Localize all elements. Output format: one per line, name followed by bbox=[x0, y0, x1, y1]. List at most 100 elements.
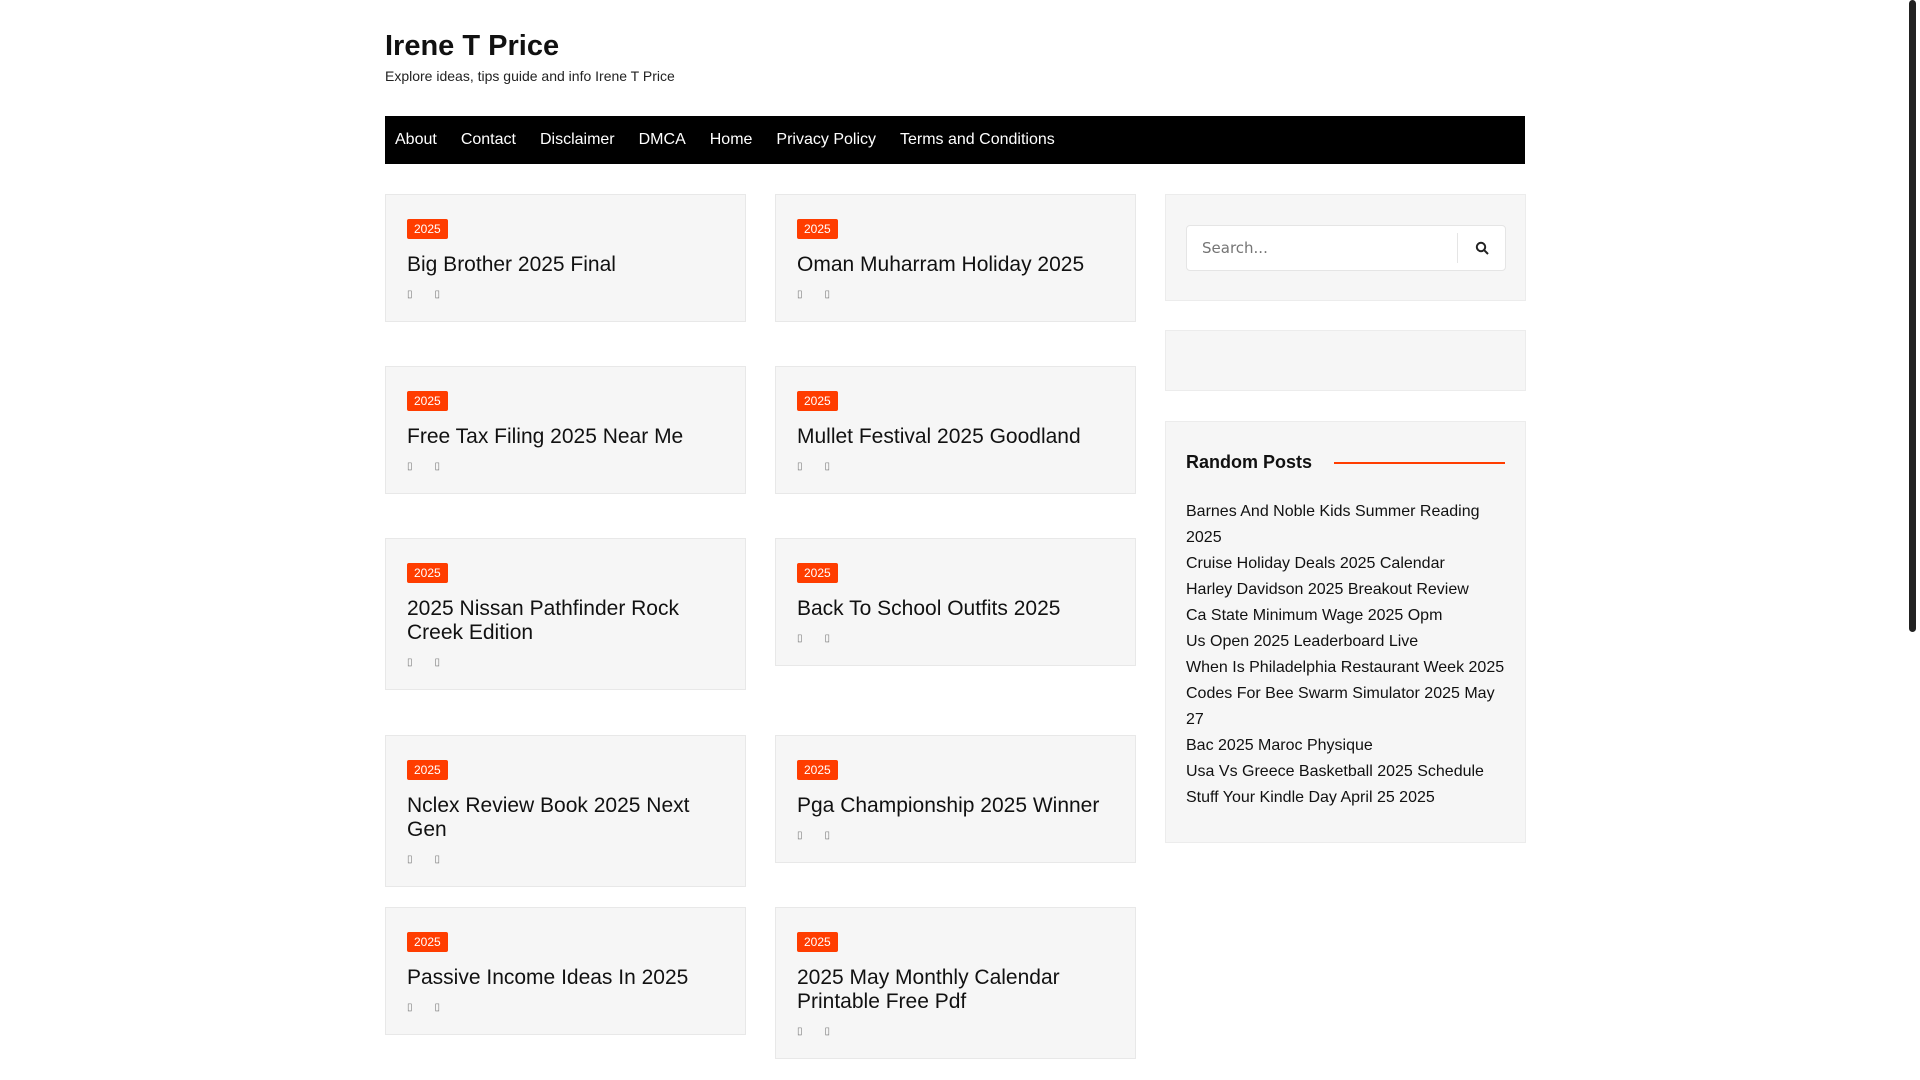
random-post-link[interactable]: Ca State Minimum Wage 2025 Opm bbox=[1186, 603, 1505, 629]
random-post-link[interactable]: When Is Philadelphia Restaurant Week 202… bbox=[1186, 655, 1505, 681]
post-title[interactable]: Mullet Festival 2025 Goodland bbox=[797, 425, 1114, 449]
post-meta: ▯ ▯ bbox=[407, 852, 724, 866]
date-icon: ▯ bbox=[407, 460, 413, 472]
post-title[interactable]: Oman Muharram Holiday 2025 bbox=[797, 253, 1114, 277]
main-nav: About Contact Disclaimer DMCA Home Priva… bbox=[385, 116, 1525, 164]
random-post-link[interactable]: Cruise Holiday Deals 2025 Calendar bbox=[1186, 551, 1505, 577]
list-item: Us Open 2025 Leaderboard Live bbox=[1186, 629, 1505, 655]
date-icon: ▯ bbox=[797, 829, 803, 841]
post-card: 2025 Passive Income Ideas In 2025 ▯ ▯ bbox=[385, 907, 746, 1035]
post-card: 2025 Oman Muharram Holiday 2025 ▯ ▯ bbox=[775, 194, 1136, 322]
post-title[interactable]: Pga Championship 2025 Winner bbox=[797, 794, 1114, 818]
category-badge[interactable]: 2025 bbox=[797, 932, 838, 952]
post-card: 2025 2025 Nissan Pathfinder Rock Creek E… bbox=[385, 538, 746, 690]
list-item: Stuff Your Kindle Day April 25 2025 bbox=[1186, 785, 1505, 811]
author-icon: ▯ bbox=[434, 1001, 441, 1013]
category-badge[interactable]: 2025 bbox=[407, 932, 448, 952]
empty-widget bbox=[1165, 330, 1526, 391]
post-meta: ▯ ▯ bbox=[407, 655, 724, 669]
nav-item-terms[interactable]: Terms and Conditions bbox=[900, 116, 1055, 164]
widget-title: Random Posts bbox=[1186, 452, 1313, 472]
random-post-link[interactable]: Barnes And Noble Kids Summer Reading 202… bbox=[1186, 499, 1505, 551]
date-icon: ▯ bbox=[407, 1001, 413, 1013]
list-item: Codes For Bee Swarm Simulator 2025 May 2… bbox=[1186, 681, 1505, 733]
title-underline bbox=[1334, 461, 1505, 464]
post-meta: ▯ ▯ bbox=[407, 459, 724, 473]
post-title[interactable]: Free Tax Filing 2025 Near Me bbox=[407, 425, 724, 449]
category-badge[interactable]: 2025 bbox=[407, 760, 448, 780]
date-icon: ▯ bbox=[797, 1025, 803, 1037]
post-card: 2025 Mullet Festival 2025 Goodland ▯ ▯ bbox=[775, 366, 1136, 494]
post-title[interactable]: 2025 Nissan Pathfinder Rock Creek Editio… bbox=[407, 597, 724, 645]
random-post-link[interactable]: Us Open 2025 Leaderboard Live bbox=[1186, 629, 1505, 655]
random-post-link[interactable]: Codes For Bee Swarm Simulator 2025 May 2… bbox=[1186, 681, 1505, 733]
random-posts-list: Barnes And Noble Kids Summer Reading 202… bbox=[1186, 499, 1505, 811]
site-title[interactable]: Irene T Price bbox=[385, 28, 675, 64]
nav-item-disclaimer[interactable]: Disclaimer bbox=[540, 116, 615, 164]
post-title[interactable]: 2025 May Monthly Calendar Printable Free… bbox=[797, 966, 1114, 1014]
scrollbar[interactable] bbox=[1905, 0, 1920, 1080]
post-meta: ▯ ▯ bbox=[797, 631, 1114, 645]
list-item: Bac 2025 Maroc Physique bbox=[1186, 733, 1505, 759]
author-icon: ▯ bbox=[434, 656, 441, 668]
post-card: 2025 Big Brother 2025 Final ▯ ▯ bbox=[385, 194, 746, 322]
post-meta: ▯ ▯ bbox=[797, 287, 1114, 301]
random-post-link[interactable]: Bac 2025 Maroc Physique bbox=[1186, 733, 1505, 759]
search-button[interactable] bbox=[1457, 233, 1505, 263]
author-icon: ▯ bbox=[824, 288, 831, 300]
post-card: 2025 Back To School Outfits 2025 ▯ ▯ bbox=[775, 538, 1136, 666]
search-input[interactable] bbox=[1187, 226, 1457, 270]
post-title[interactable]: Back To School Outfits 2025 bbox=[797, 597, 1114, 621]
post-card: 2025 Nclex Review Book 2025 Next Gen ▯ ▯ bbox=[385, 735, 746, 887]
site-header: Irene T Price Explore ideas, tips guide … bbox=[385, 28, 675, 84]
widget-header: Random Posts bbox=[1186, 452, 1505, 473]
date-icon: ▯ bbox=[797, 460, 803, 472]
nav-item-privacy-policy[interactable]: Privacy Policy bbox=[776, 116, 876, 164]
post-title[interactable]: Passive Income Ideas In 2025 bbox=[407, 966, 724, 990]
post-meta: ▯ ▯ bbox=[407, 287, 724, 301]
post-card: 2025 2025 May Monthly Calendar Printable… bbox=[775, 907, 1136, 1059]
list-item: Harley Davidson 2025 Breakout Review bbox=[1186, 577, 1505, 603]
category-badge[interactable]: 2025 bbox=[407, 563, 448, 583]
list-item: When Is Philadelphia Restaurant Week 202… bbox=[1186, 655, 1505, 681]
author-icon: ▯ bbox=[824, 460, 831, 472]
search-box bbox=[1186, 225, 1506, 271]
random-posts-widget: Random Posts Barnes And Noble Kids Summe… bbox=[1165, 421, 1526, 843]
author-icon: ▯ bbox=[824, 632, 831, 644]
date-icon: ▯ bbox=[407, 288, 413, 300]
nav-item-home[interactable]: Home bbox=[710, 116, 753, 164]
author-icon: ▯ bbox=[824, 829, 831, 841]
category-badge[interactable]: 2025 bbox=[407, 391, 448, 411]
category-badge[interactable]: 2025 bbox=[797, 219, 838, 239]
random-post-link[interactable]: Stuff Your Kindle Day April 25 2025 bbox=[1186, 785, 1505, 811]
author-icon: ▯ bbox=[824, 1025, 831, 1037]
site-description: Explore ideas, tips guide and info Irene… bbox=[385, 68, 675, 84]
author-icon: ▯ bbox=[434, 460, 441, 472]
random-post-link[interactable]: Usa Vs Greece Basketball 2025 Schedule bbox=[1186, 759, 1505, 785]
scrollbar-thumb[interactable] bbox=[1909, 0, 1916, 632]
post-meta: ▯ ▯ bbox=[797, 828, 1114, 842]
nav-item-about[interactable]: About bbox=[395, 116, 437, 164]
search-icon bbox=[1475, 241, 1489, 255]
random-post-link[interactable]: Harley Davidson 2025 Breakout Review bbox=[1186, 577, 1505, 603]
post-meta: ▯ ▯ bbox=[407, 1000, 724, 1014]
list-item: Usa Vs Greece Basketball 2025 Schedule bbox=[1186, 759, 1505, 785]
list-item: Barnes And Noble Kids Summer Reading 202… bbox=[1186, 499, 1505, 551]
author-icon: ▯ bbox=[434, 288, 441, 300]
date-icon: ▯ bbox=[797, 288, 803, 300]
post-title[interactable]: Nclex Review Book 2025 Next Gen bbox=[407, 794, 724, 842]
date-icon: ▯ bbox=[407, 656, 413, 668]
date-icon: ▯ bbox=[797, 632, 803, 644]
list-item: Ca State Minimum Wage 2025 Opm bbox=[1186, 603, 1505, 629]
category-badge[interactable]: 2025 bbox=[407, 219, 448, 239]
post-meta: ▯ ▯ bbox=[797, 459, 1114, 473]
category-badge[interactable]: 2025 bbox=[797, 391, 838, 411]
category-badge[interactable]: 2025 bbox=[797, 760, 838, 780]
nav-item-dmca[interactable]: DMCA bbox=[639, 116, 686, 164]
post-title[interactable]: Big Brother 2025 Final bbox=[407, 253, 724, 277]
post-meta: ▯ ▯ bbox=[797, 1024, 1114, 1038]
post-card: 2025 Pga Championship 2025 Winner ▯ ▯ bbox=[775, 735, 1136, 863]
category-badge[interactable]: 2025 bbox=[797, 563, 838, 583]
nav-item-contact[interactable]: Contact bbox=[461, 116, 516, 164]
date-icon: ▯ bbox=[407, 853, 413, 865]
